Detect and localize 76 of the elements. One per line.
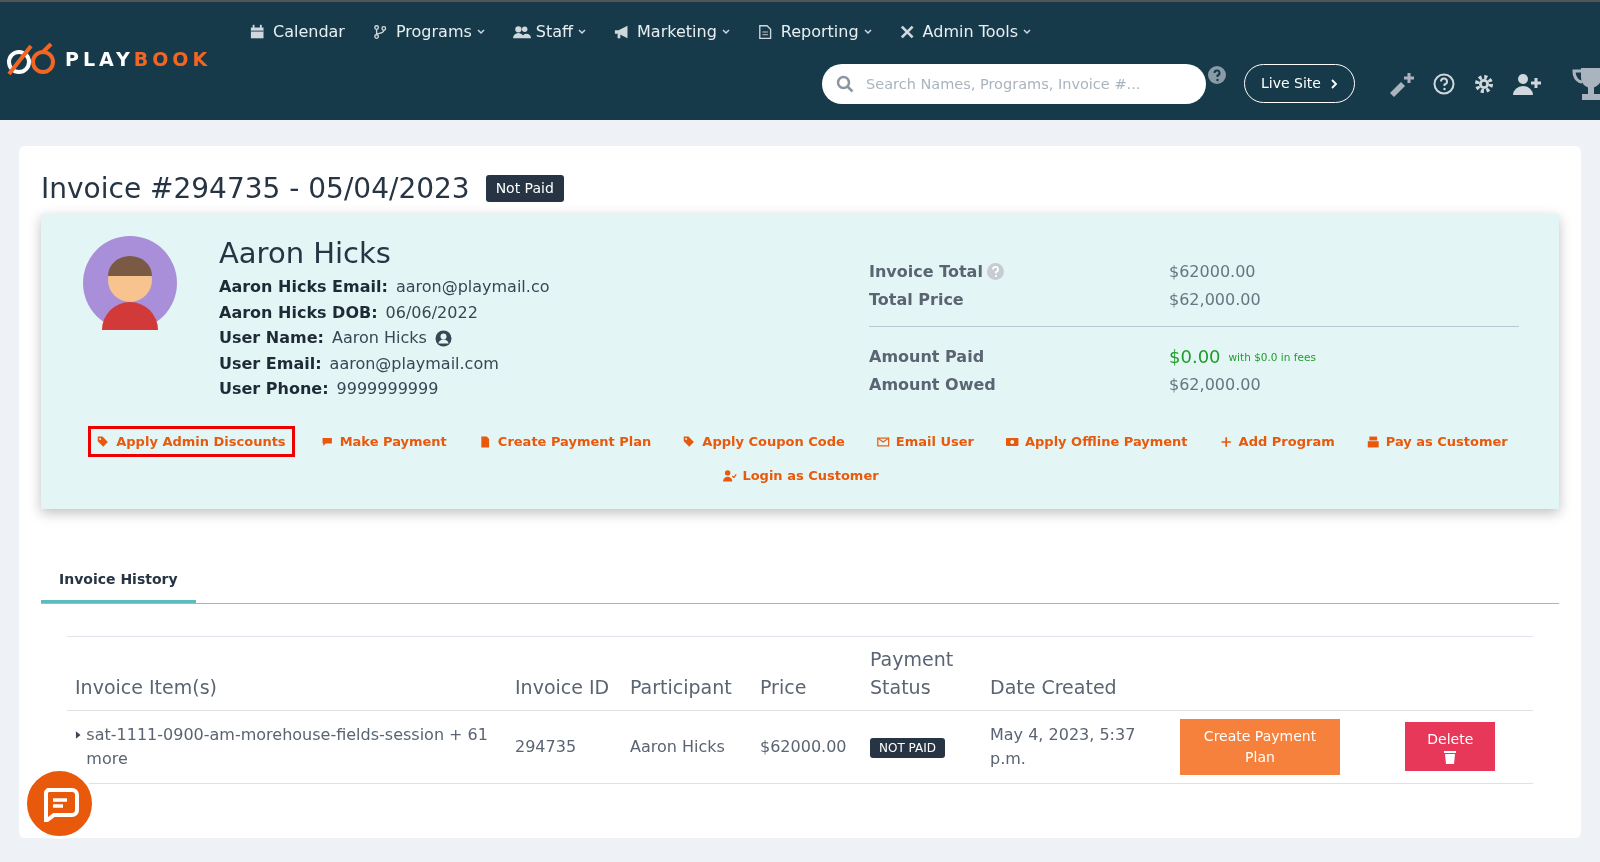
column-header: Payment Status (862, 636, 982, 711)
status-badge: Not Paid (485, 175, 564, 203)
column-header: Invoice Item(s) (67, 636, 507, 711)
add-user-icon[interactable] (1512, 72, 1541, 95)
caret-icon (578, 29, 587, 35)
total-value: $0.00 (1169, 344, 1221, 369)
users-icon (512, 24, 531, 40)
action-link[interactable]: Apply Coupon Code (677, 425, 851, 458)
total-value: $62,000.00 (1169, 288, 1261, 311)
brand-name: BOOK (133, 46, 212, 72)
price: $62000.00 (752, 710, 862, 784)
total-value: $62,000.00 (1169, 373, 1261, 396)
participant-name: Aaron Hicks (622, 710, 752, 784)
tab[interactable]: Invoice History (41, 558, 196, 603)
nav-link[interactable]: Marketing (614, 20, 730, 44)
cash-register-icon (1366, 434, 1381, 449)
caret-icon (721, 29, 730, 35)
action-link[interactable]: Add Program (1213, 425, 1341, 458)
nav-link[interactable]: Staff (512, 20, 587, 44)
customer-name: Aaron Hicks (219, 235, 392, 271)
field-label: Aaron Hicks Email: (219, 276, 388, 299)
field-value: Aaron Hicks (331, 327, 427, 350)
help-icon[interactable] (1208, 65, 1226, 84)
help-icon[interactable] (1432, 72, 1455, 95)
caret-icon (863, 29, 872, 35)
caret-icon (75, 729, 83, 740)
total-label: Total Price (869, 288, 964, 311)
caret-icon (476, 29, 485, 35)
caret-icon (1023, 29, 1032, 35)
create-plan-button[interactable]: Create Payment Plan (1180, 718, 1340, 775)
field-label: User Name: (219, 327, 324, 350)
invoice-item-text: sat-1111-0900-am-morehouse-fields-session + 61 more (86, 723, 489, 770)
column-header: Participant (622, 636, 752, 711)
field-value: 06/06/2022 (385, 301, 478, 324)
field-value: 9999999999 (336, 378, 439, 401)
field-label: Aaron Hicks DOB: (219, 301, 378, 324)
action-link[interactable]: Create Payment Plan (472, 425, 658, 458)
delete-button[interactable]: Delete (1405, 722, 1496, 772)
total-label: Amount Owed (869, 373, 996, 396)
action-link[interactable]: Email User (870, 425, 980, 458)
date-created: May 4, 2023, 5:37 p.m. (982, 710, 1172, 784)
field-label: User Email: (219, 352, 322, 375)
user-check-icon (723, 469, 738, 484)
chevron-icon (1330, 78, 1338, 89)
action-link[interactable]: Apply Admin Discounts (88, 425, 295, 458)
trash-icon (1444, 750, 1457, 765)
total-value: $62000.00 (1169, 260, 1256, 283)
nav-link[interactable]: Admin Tools (899, 20, 1032, 44)
field-value: aaron@playmail.co (395, 276, 550, 299)
action-link[interactable]: Pay as Customer (1360, 425, 1514, 458)
settings-icon[interactable] (1472, 72, 1495, 95)
field-value: aaron@playmail.com (329, 352, 499, 375)
help-icon (986, 263, 1004, 281)
trophy-icon[interactable] (1570, 65, 1600, 102)
action-link[interactable]: Apply Offline Payment (1000, 425, 1194, 458)
status-badge: NOT PAID (870, 737, 946, 758)
nav-link[interactable]: Programs (372, 20, 485, 44)
search-field[interactable]: Search Names, Programs, Invoice #... (822, 64, 1206, 104)
action-link[interactable]: Login as Customer (717, 463, 885, 489)
logo-icon (5, 42, 57, 76)
total-label: Invoice Total (869, 260, 983, 283)
nav-link[interactable]: Reporting (757, 20, 872, 44)
column-header: Date Created (982, 636, 1172, 711)
field-label: User Phone: (219, 378, 329, 401)
user-circle-icon (434, 329, 452, 347)
brand-name: PLAY (65, 46, 134, 72)
invoice-title: Invoice #294735 - 05/04/2023 (41, 172, 470, 206)
plus-icon (1219, 434, 1234, 449)
column-header: Invoice ID (507, 636, 622, 711)
column-header: Price (752, 636, 862, 711)
envelope-icon (876, 434, 891, 449)
nav-link[interactable]: Calendar (250, 20, 345, 44)
total-label: Amount Paid (869, 345, 985, 368)
action-link[interactable]: Make Payment (314, 425, 453, 458)
fee-note: with $0.0 in fees (1228, 349, 1316, 365)
invoice-id: 294735 (507, 710, 622, 784)
